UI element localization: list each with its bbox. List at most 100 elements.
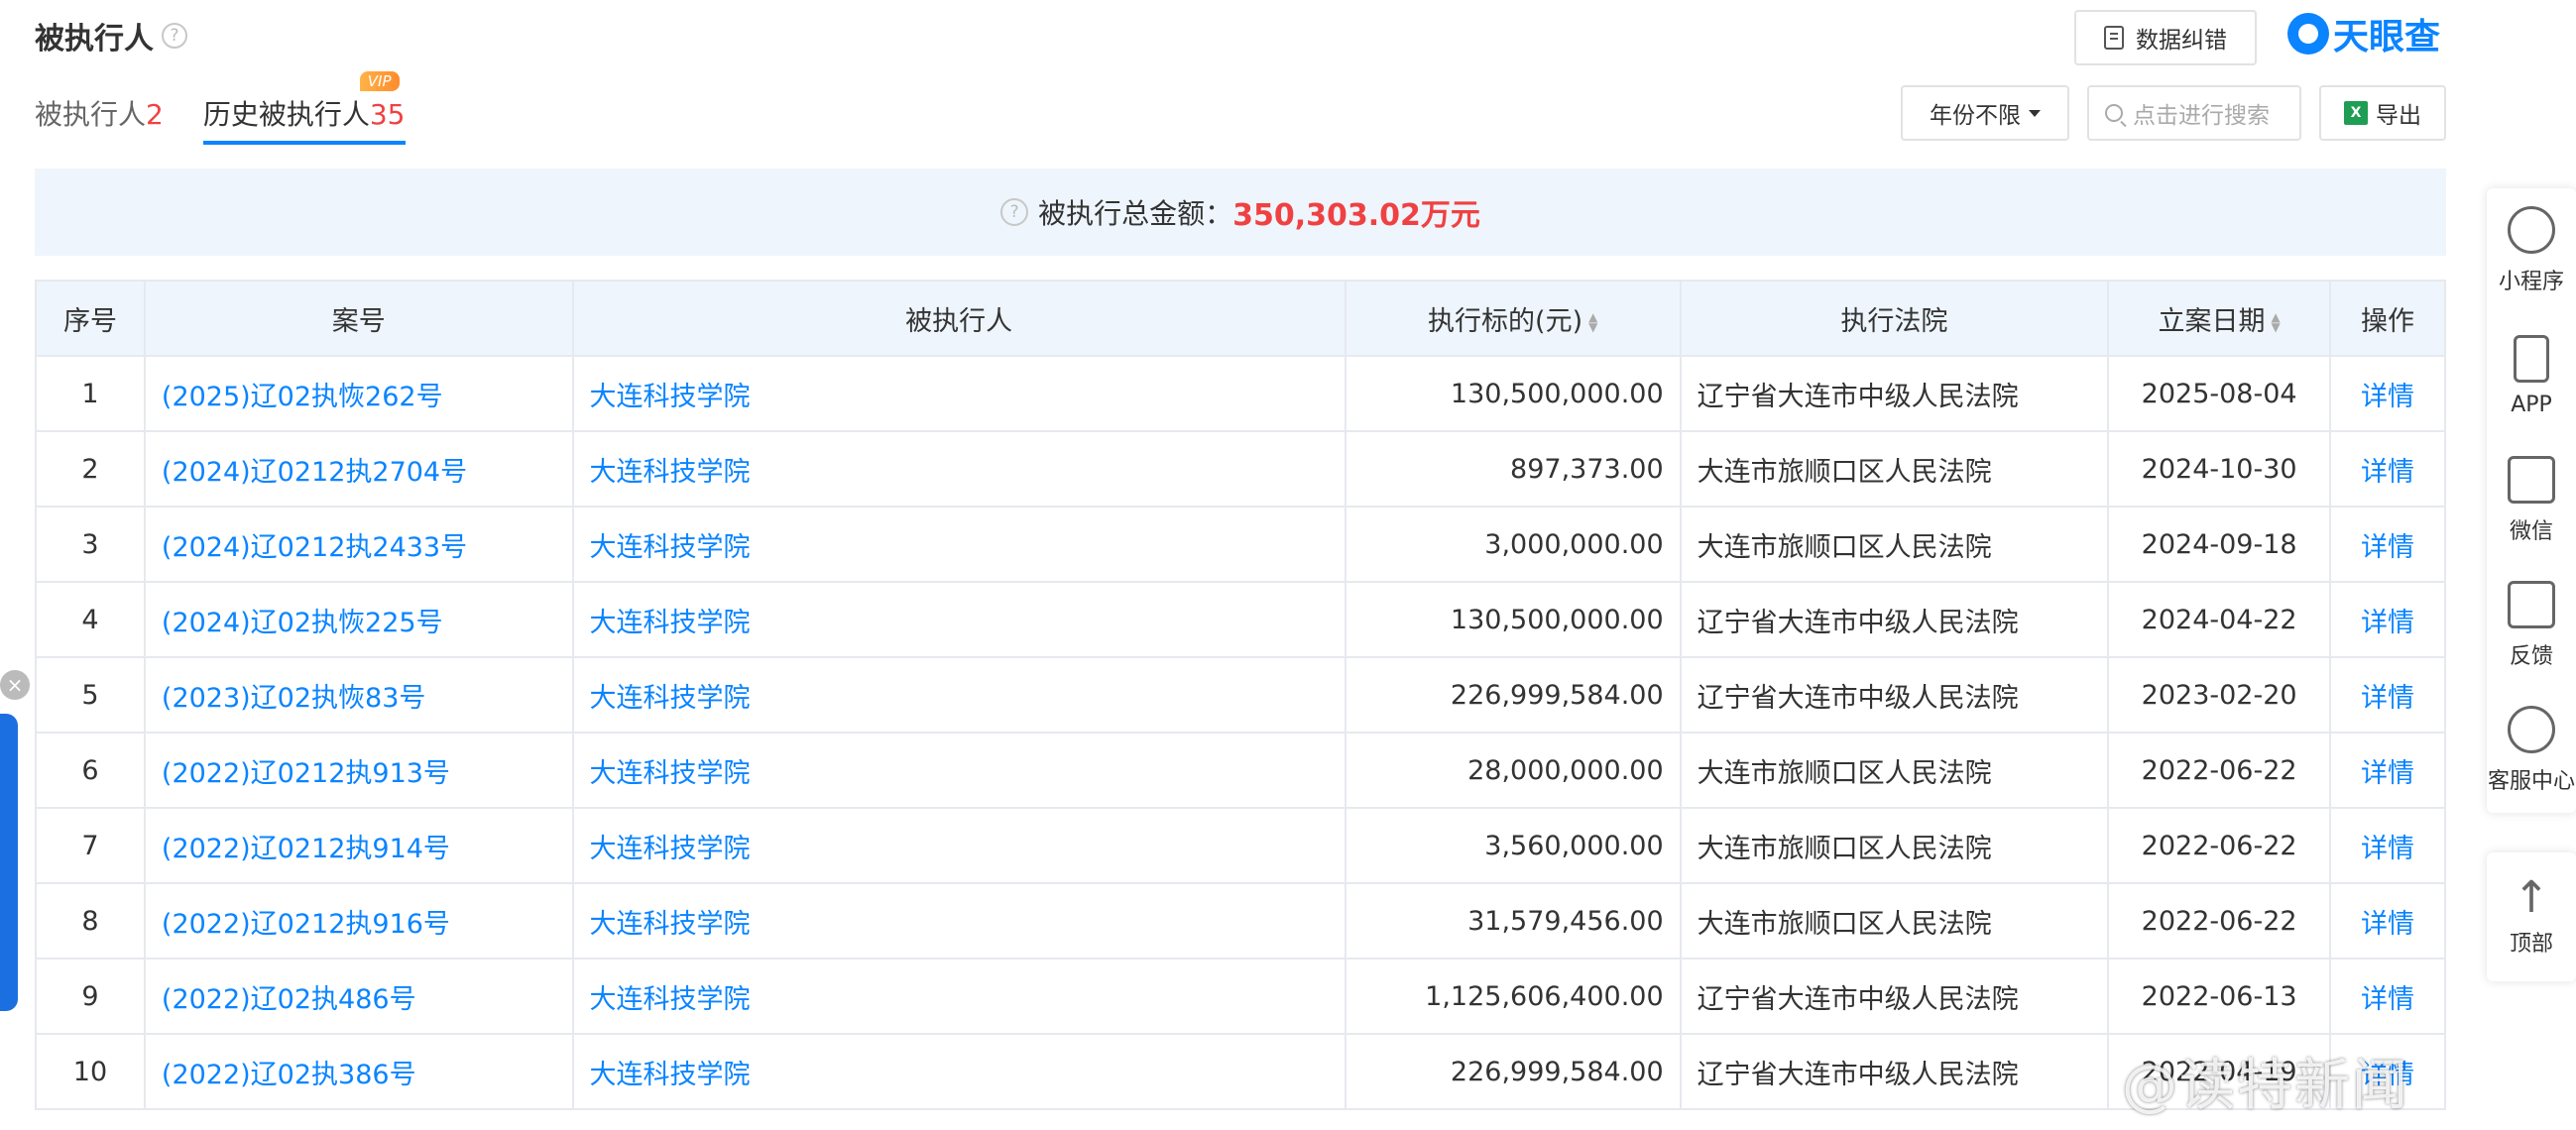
export-button[interactable]: X 导出 [2319,85,2446,141]
cell-court: 大连市旅顺口区人民法院 [1679,882,2110,960]
table-row: 5 (2023)辽02执恢83号 大连科技学院 226,999,584.00 辽宁省大连… [35,656,2446,734]
party-name-link[interactable]: 大连科技学院 [571,430,1347,508]
cell-index: 8 [35,882,146,960]
sidebar-item-mini-program[interactable]: 小程序 [2487,188,2576,313]
details-link[interactable]: 详情 [2329,882,2446,960]
party-name-link[interactable]: 大连科技学院 [571,581,1347,658]
cell-index: 3 [35,506,146,583]
help-icon[interactable]: ? [1000,198,1029,226]
sidebar-item-wechat[interactable]: 微信 [2487,438,2576,563]
export-label: 导出 [2376,103,2421,129]
cell-date: 2024-04-22 [2107,581,2332,658]
details-link[interactable]: 详情 [2329,355,2446,432]
case-number-link[interactable]: (2022)辽02执486号 [143,958,574,1035]
party-name-link[interactable]: 大连科技学院 [571,732,1347,809]
sort-icon[interactable]: ▲ ▼ [1588,311,1597,333]
cell-court: 辽宁省大连市中级人民法院 [1679,1033,2110,1110]
details-link[interactable]: 详情 [2329,807,2446,884]
case-number-link[interactable]: (2023)辽02执恢83号 [143,656,574,734]
search-input[interactable]: 点击进行搜索 [2087,85,2301,141]
sidebar-item-label: APP [2511,392,2552,417]
details-link[interactable]: 详情 [2329,506,2446,583]
sidebar-item-customer-service[interactable]: 客服中心 [2487,688,2576,813]
case-number-link[interactable]: (2022)辽0212执914号 [143,807,574,884]
cell-date: 2025-08-04 [2107,355,2332,432]
logo-mark-icon [2287,13,2329,55]
cell-court: 大连市旅顺口区人民法院 [1679,430,2110,508]
party-name-link[interactable]: 大连科技学院 [571,807,1347,884]
party-name-link[interactable]: 大连科技学院 [571,882,1347,960]
table-body: 1 (2025)辽02执恢262号 大连科技学院 130,500,000.00 辽宁省大… [35,355,2446,1110]
year-filter-label: 年份不限 [1930,103,2021,129]
cell-amount: 3,000,000.00 [1344,506,1682,583]
details-link[interactable]: 详情 [2329,430,2446,508]
total-amount-banner: ? 被执行总金额： 350,303.02万元 [35,169,2446,256]
sidebar-item-label: 微信 [2509,519,2553,544]
col-header-date[interactable]: 立案日期 ▲ ▼ [2107,280,2332,357]
details-link[interactable]: 详情 [2329,581,2446,658]
document-icon [2104,26,2124,50]
headset-icon [2508,706,2555,753]
tab-bar: 被执行人2 VIP 历史被执行人35 [35,71,445,145]
party-name-link[interactable]: 大连科技学院 [571,1033,1347,1110]
tab-history-executed-persons[interactable]: VIP 历史被执行人35 [202,71,406,145]
tab-executed-persons[interactable]: 被执行人2 [35,93,164,145]
case-number-link[interactable]: (2025)辽02执恢262号 [143,355,574,432]
sidebar-item-app[interactable]: APP [2487,313,2576,438]
table-row: 1 (2025)辽02执恢262号 大连科技学院 130,500,000.00 辽宁省大… [35,355,2446,432]
cell-amount: 1,125,606,400.00 [1344,958,1682,1035]
mini-program-icon [2508,206,2555,254]
party-name-link[interactable]: 大连科技学院 [571,506,1347,583]
cell-amount: 31,579,456.00 [1344,882,1682,960]
details-link[interactable]: 详情 [2329,732,2446,809]
party-name-link[interactable]: 大连科技学院 [571,355,1347,432]
cell-date: 2023-02-20 [2107,656,2332,734]
back-to-top-button[interactable]: ↑ 顶部 [2487,852,2576,981]
cell-amount: 130,500,000.00 [1344,581,1682,658]
cell-amount: 28,000,000.00 [1344,732,1682,809]
help-icon[interactable]: ? [162,23,187,49]
watermark: @读特新闻 [2122,1054,2409,1118]
tab-label: 历史被执行人 [202,98,370,131]
close-icon[interactable]: × [0,670,30,700]
cell-date: 2022-06-22 [2107,807,2332,884]
cell-date: 2024-09-18 [2107,506,2332,583]
search-placeholder: 点击进行搜索 [2133,103,2270,129]
cell-court: 辽宁省大连市中级人民法院 [1679,958,2110,1035]
details-link[interactable]: 详情 [2329,958,2446,1035]
qr-code-icon [2508,456,2555,504]
cell-index: 1 [35,355,146,432]
cell-court: 辽宁省大连市中级人民法院 [1679,581,2110,658]
toolbar: 年份不限 点击进行搜索 X 导出 [1901,85,2446,141]
col-header-case: 案号 [143,280,574,357]
cell-court: 辽宁省大连市中级人民法院 [1679,656,2110,734]
tab-count: 35 [369,98,406,131]
case-number-link[interactable]: (2022)辽0212执913号 [143,732,574,809]
details-link[interactable]: 详情 [2329,656,2446,734]
case-number-link[interactable]: (2024)辽02执恢225号 [143,581,574,658]
sort-icon[interactable]: ▲ ▼ [2272,311,2281,333]
party-name-link[interactable]: 大连科技学院 [571,958,1347,1035]
year-filter-dropdown[interactable]: 年份不限 [1901,85,2069,141]
case-number-link[interactable]: (2024)辽0212执2433号 [143,506,574,583]
right-sidebar: 小程序 APP 微信 反馈 客服中心 ↑ 顶部 [2487,188,2576,981]
case-number-link[interactable]: (2022)辽0212执916号 [143,882,574,960]
col-header-court: 执行法院 [1679,280,2110,357]
party-name-link[interactable]: 大连科技学院 [571,656,1347,734]
case-number-link[interactable]: (2022)辽02执386号 [143,1033,574,1110]
cell-court: 大连市旅顺口区人民法院 [1679,506,2110,583]
sidebar-item-feedback[interactable]: 反馈 [2487,563,2576,688]
floating-promo-tab[interactable] [0,714,18,1011]
cell-amount: 3,560,000.00 [1344,807,1682,884]
cell-court: 大连市旅顺口区人民法院 [1679,732,2110,809]
table-header-row: 序号 案号 被执行人 执行标的(元) ▲ ▼ 执行法院 立案日期 ▲ ▼ 操作 [35,280,2446,357]
cell-amount: 897,373.00 [1344,430,1682,508]
execution-table: 序号 案号 被执行人 执行标的(元) ▲ ▼ 执行法院 立案日期 ▲ ▼ 操作 1 (20… [35,280,2446,1110]
table-row: 10 (2022)辽02执386号 大连科技学院 226,999,584.00 辽宁省大… [35,1033,2446,1110]
col-header-amount[interactable]: 执行标的(元) ▲ ▼ [1344,280,1682,357]
case-number-link[interactable]: (2024)辽0212执2704号 [143,430,574,508]
data-correction-button[interactable]: 数据纠错 [2074,10,2257,65]
col-header-index: 序号 [35,280,146,357]
arrow-up-icon: ↑ [2513,872,2550,923]
tab-count: 2 [146,98,164,131]
